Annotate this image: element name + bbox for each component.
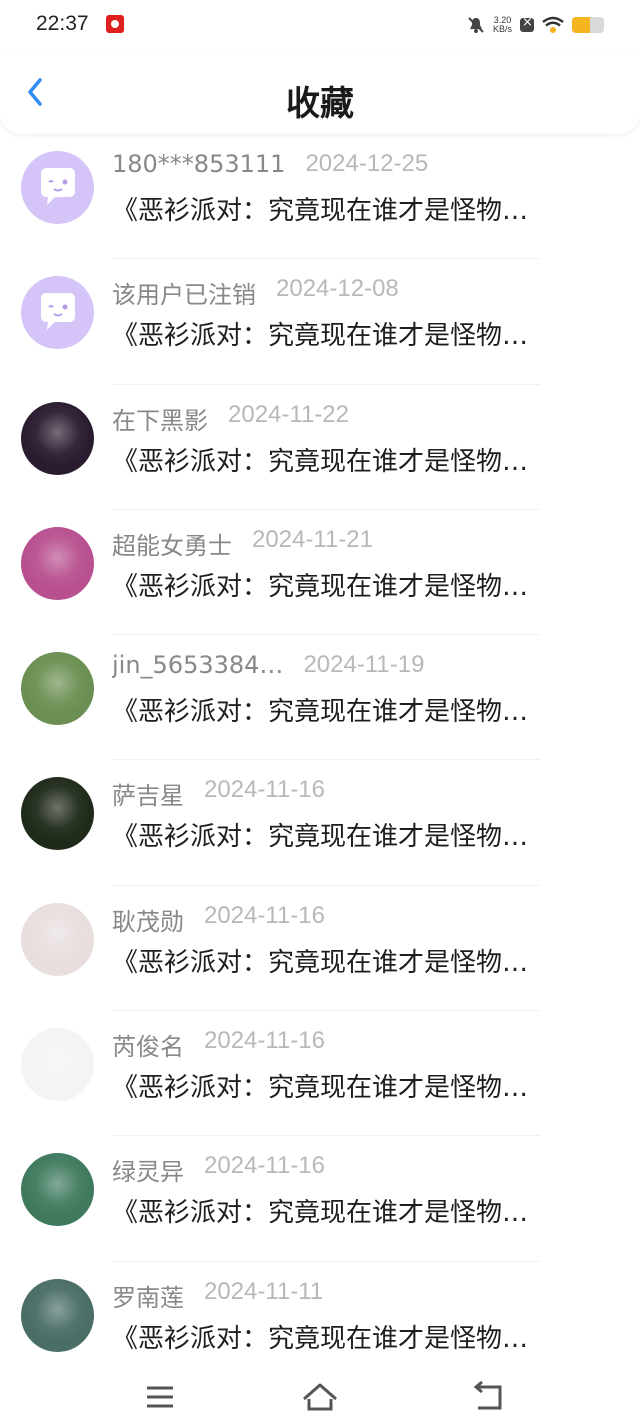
date: 2024-11-16 (204, 901, 325, 929)
list-item[interactable]: jin_5653384… 2024-11-19 《恶衫派对：究竟现在谁才是怪物… (0, 635, 640, 761)
menu-icon[interactable] (140, 1379, 180, 1415)
network-speed-unit: KB/s (492, 24, 512, 34)
avatar[interactable] (21, 1278, 94, 1352)
avatar[interactable] (21, 276, 94, 350)
avatar[interactable] (21, 526, 94, 600)
list-item[interactable]: 180***853111 2024-12-25 《恶衫派对：究竟现在谁才是怪物… (0, 134, 640, 260)
favorite-title[interactable]: 《恶衫派对：究竟现在谁才是怪物… (112, 566, 602, 603)
username[interactable]: 在下黑影 (112, 401, 208, 436)
favorite-title[interactable]: 《恶衫派对：究竟现在谁才是怪物… (112, 942, 602, 979)
favorite-title[interactable]: 《恶衫派对：究竟现在谁才是怪物… (112, 1318, 602, 1355)
system-nav-bar (0, 1367, 640, 1427)
list-item[interactable]: 该用户已注销 2024-12-08 《恶衫派对：究竟现在谁才是怪物… (0, 259, 640, 385)
favorite-title[interactable]: 《恶衫派对：究竟现在谁才是怪物… (112, 315, 602, 352)
item-meta: jin_5653384… 2024-11-19 (112, 651, 424, 679)
list-item[interactable]: 在下黑影 2024-11-22 《恶衫派对：究竟现在谁才是怪物… (0, 385, 640, 510)
item-meta: 超能女勇士 2024-11-21 (112, 526, 373, 561)
status-icons: 3.20 KB/s (467, 14, 604, 36)
list-item[interactable]: 超能女勇士 2024-11-21 《恶衫派对：究竟现在谁才是怪物… (0, 510, 640, 636)
avatar[interactable] (21, 151, 94, 224)
username[interactable]: 萨吉星 (112, 776, 184, 811)
date: 2024-12-08 (276, 275, 399, 303)
date: 2024-11-16 (204, 776, 325, 804)
sim-off-icon (520, 15, 534, 32)
status-time: 22:37 (36, 12, 89, 35)
favorite-title[interactable]: 《恶衫派对：究竟现在谁才是怪物… (112, 1192, 602, 1229)
item-meta: 在下黑影 2024-11-22 (112, 401, 349, 436)
chat-bubble-icon (41, 293, 75, 331)
avatar[interactable] (21, 777, 94, 851)
username[interactable]: 耿茂勋 (112, 902, 184, 937)
network-speed: 3.20 KB/s (493, 16, 512, 34)
back-nav-icon[interactable] (468, 1379, 508, 1415)
username[interactable]: 罗南莲 (112, 1278, 184, 1313)
avatar[interactable] (21, 401, 94, 475)
avatar[interactable] (21, 652, 94, 726)
date: 2024-11-21 (252, 525, 373, 553)
username[interactable]: 超能女勇士 (112, 526, 232, 561)
item-meta: 芮俊名 2024-11-16 (112, 1027, 325, 1062)
page-title: 收藏 (286, 84, 354, 124)
home-icon[interactable] (300, 1379, 340, 1415)
username[interactable]: jin_5653384… (112, 651, 283, 679)
date: 2024-11-16 (204, 1027, 325, 1055)
list-item[interactable]: 耿茂勋 2024-11-16 《恶衫派对：究竟现在谁才是怪物… (0, 886, 640, 1012)
date: 2024-11-16 (204, 1152, 325, 1180)
username[interactable]: 该用户已注销 (112, 275, 256, 310)
battery-icon (572, 17, 604, 33)
battery-level-fill (572, 17, 590, 33)
header: 收藏 (0, 52, 640, 134)
item-meta: 耿茂勋 2024-11-16 (112, 902, 325, 937)
list-item[interactable]: 绿灵异 2024-11-16 《恶衫派对：究竟现在谁才是怪物… (0, 1136, 640, 1262)
item-meta: 萨吉星 2024-11-16 (112, 776, 325, 811)
date: 2024-12-25 (305, 150, 429, 177)
wifi-icon (542, 16, 564, 33)
favorite-title[interactable]: 《恶衫派对：究竟现在谁才是怪物… (112, 441, 602, 478)
favorite-title[interactable]: 《恶衫派对：究竟现在谁才是怪物… (112, 691, 602, 728)
date: 2024-11-19 (303, 651, 425, 679)
date: 2024-11-11 (204, 1277, 324, 1305)
username[interactable]: 180***853111 (112, 150, 285, 178)
avatar[interactable] (21, 1028, 94, 1102)
item-meta: 该用户已注销 2024-12-08 (112, 275, 399, 310)
status-bar: 22:37 3.20 KB/s (0, 0, 640, 52)
item-meta: 罗南莲 2024-11-11 (112, 1278, 323, 1313)
list-item[interactable]: 芮俊名 2024-11-16 《恶衫派对：究竟现在谁才是怪物… (0, 1011, 640, 1137)
date: 2024-11-22 (228, 400, 349, 428)
avatar[interactable] (21, 902, 94, 976)
favorite-title[interactable]: 《恶衫派对：究竟现在谁才是怪物… (112, 816, 602, 853)
avatar[interactable] (21, 1153, 94, 1227)
favorite-title[interactable]: 《恶衫派对：究竟现在谁才是怪物… (112, 190, 602, 227)
username[interactable]: 芮俊名 (112, 1027, 184, 1062)
favorites-list: 180***853111 2024-12-25 《恶衫派对：究竟现在谁才是怪物… 该用… (0, 134, 640, 1387)
mute-bell-icon (468, 17, 484, 33)
app-notification-icon (106, 15, 124, 33)
favorite-title[interactable]: 《恶衫派对：究竟现在谁才是怪物… (112, 1067, 602, 1104)
username[interactable]: 绿灵异 (112, 1152, 184, 1187)
item-meta: 绿灵异 2024-11-16 (112, 1152, 325, 1187)
list-item[interactable]: 萨吉星 2024-11-16 《恶衫派对：究竟现在谁才是怪物… (0, 760, 640, 886)
chat-bubble-icon (41, 168, 75, 205)
item-meta: 180***853111 2024-12-25 (112, 150, 428, 178)
